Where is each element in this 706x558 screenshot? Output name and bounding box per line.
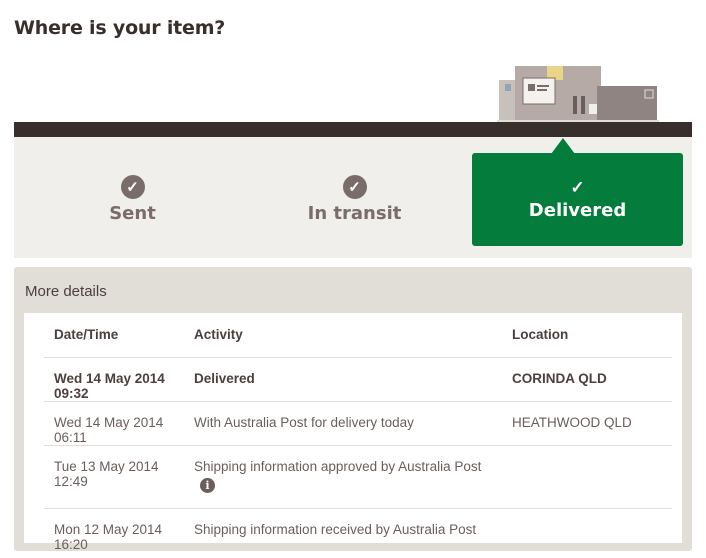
cell-location [512, 444, 672, 508]
cell-activity-text: Shipping information approved by Austral… [194, 458, 482, 474]
table-row: Wed 14 May 2014 06:11 With Australia Pos… [44, 400, 672, 445]
cell-activity: Delivered [194, 356, 512, 401]
check-icon: ✓ [570, 177, 585, 197]
cell-activity: With Australia Post for delivery today [194, 400, 512, 445]
step-label: In transit [307, 203, 402, 224]
cell-date: Tue 13 May 2014 12:49 [44, 444, 194, 508]
cell-location: HEATHWOOD QLD [512, 400, 672, 445]
table-header-row: Date/Time Activity Location [44, 313, 672, 357]
current-step-pointer [551, 138, 575, 154]
tracking-table: Date/Time Activity Location Wed 14 May 2… [44, 313, 672, 552]
cell-date: Wed 14 May 2014 09:32 [44, 356, 194, 401]
table-row: Wed 14 May 2014 09:32 Delivered CORINDA … [44, 356, 672, 401]
info-icon[interactable]: i [200, 477, 215, 493]
track-bar [14, 122, 692, 137]
check-circle-icon: ✓ [120, 175, 145, 199]
cell-activity: Shipping information approved by Austral… [194, 444, 512, 508]
cell-date: Wed 14 May 2014 06:11 [44, 400, 194, 445]
cell-activity: Shipping information received by Austral… [194, 507, 512, 552]
details-title: More details [25, 283, 107, 300]
header-location: Location [512, 327, 569, 343]
step-label: Sent [109, 203, 156, 224]
page-title: Where is your item? [14, 17, 226, 39]
step-label: Delivered [528, 199, 627, 221]
cell-date: Mon 12 May 2014 16:20 [44, 507, 194, 552]
cell-location [512, 507, 672, 552]
header-date: Date/Time [54, 327, 119, 343]
cell-location: CORINDA QLD [512, 356, 672, 401]
parcels-illustration [497, 66, 659, 124]
table-row: Tue 13 May 2014 12:49 Shipping informati… [44, 444, 672, 508]
step-delivered: ✓ Delivered [472, 153, 683, 246]
step-in-transit: ✓ In transit [249, 153, 460, 246]
details-panel: More details Date/Time Activity Location… [14, 267, 692, 552]
step-sent: ✓ Sent [27, 153, 238, 246]
header-activity: Activity [194, 327, 243, 343]
progress-steps: ✓ Sent ✓ In transit ✓ Delivered [14, 137, 692, 258]
table-row: Mon 12 May 2014 16:20 Shipping informati… [44, 507, 672, 552]
details-card: Date/Time Activity Location Wed 14 May 2… [24, 313, 682, 552]
check-circle-icon: ✓ [342, 175, 367, 199]
